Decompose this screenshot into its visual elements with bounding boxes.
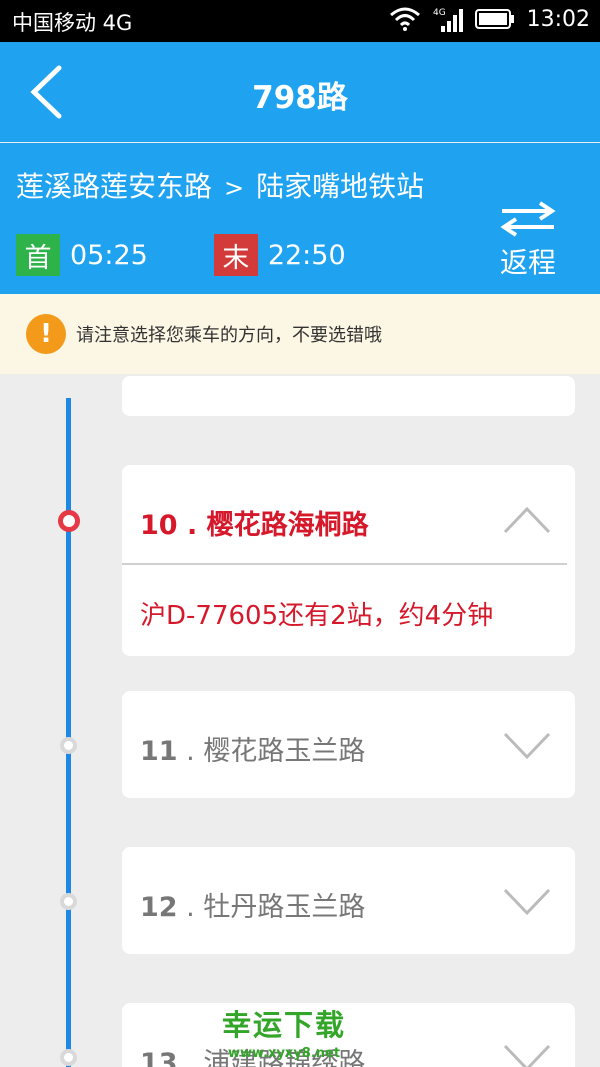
status-icons: 4G 13:02 <box>389 6 590 32</box>
bus-arrival-info: 沪D-77605还有2站，约4分钟 <box>140 601 494 631</box>
station-name-13: 13 . 浦建路锦绣路 <box>140 1041 365 1067</box>
station-dot <box>60 893 77 910</box>
station-number: 11 <box>140 736 178 767</box>
route-direction: 莲溪路莲安东路 > 陆家嘴地铁站 <box>16 165 424 205</box>
station-number: 13 <box>140 1048 178 1067</box>
status-bar: 中国移动 4G 4G 13:02 <box>0 0 600 42</box>
station-dot <box>60 1049 77 1066</box>
first-bus-badge: 首 <box>16 234 60 276</box>
return-trip-label: 返程 <box>499 246 556 279</box>
notice-text: 请注意选择您乘车的方向，不要选错哦 <box>76 325 382 346</box>
clock: 13:02 <box>526 6 590 32</box>
swap-arrows-icon <box>500 201 556 237</box>
station-label: 浦建路锦绣路 <box>203 1048 366 1067</box>
chevron-down-icon[interactable] <box>503 1043 551 1067</box>
title-bar: 798路 <box>0 42 600 142</box>
station-name-10: 10 . 樱花路海桐路 <box>140 510 369 541</box>
return-trip-button[interactable]: 返程 <box>496 201 560 281</box>
carrier-label: 中国移动 4G <box>12 11 133 35</box>
direction-notice: ! 请注意选择您乘车的方向，不要选错哦 <box>0 294 600 374</box>
first-bus-time: 05:25 <box>70 239 148 271</box>
station-card-10[interactable]: 10 . 樱花路海桐路 沪D-77605还有2站，约4分钟 <box>122 465 575 656</box>
route-destination: 陆家嘴地铁站 <box>256 170 425 203</box>
route-header: 莲溪路莲安东路 > 陆家嘴地铁站 首 05:25 末 22:50 返程 <box>0 143 600 294</box>
chevron-down-icon[interactable] <box>503 887 551 917</box>
station-card-12[interactable]: 12 . 牡丹路玉兰路 <box>122 847 575 954</box>
station-card-partial[interactable] <box>122 376 575 416</box>
station-card-13[interactable]: 13 . 浦建路锦绣路 <box>122 1003 575 1067</box>
station-card-11[interactable]: 11 . 樱花路玉兰路 <box>122 691 575 798</box>
last-bus-badge: 末 <box>213 234 258 276</box>
station-name-11: 11 . 樱花路玉兰路 <box>140 736 366 767</box>
station-label: 樱花路海桐路 <box>206 510 369 541</box>
network-badge: 4G <box>433 8 446 18</box>
page-title: 798路 <box>252 80 348 116</box>
warning-icon: ! <box>26 314 66 354</box>
route-arrow: > <box>224 174 245 202</box>
route-timeline <box>66 398 71 1067</box>
station-label: 牡丹路玉兰路 <box>203 892 366 923</box>
chevron-up-icon[interactable] <box>503 505 551 535</box>
battery-icon <box>474 9 514 29</box>
signal-icon: 4G <box>433 8 463 32</box>
card-divider <box>122 563 567 565</box>
service-hours: 首 05:25 末 22:50 <box>16 234 412 276</box>
station-dot-current <box>58 510 80 532</box>
station-dot <box>60 737 77 754</box>
chevron-down-icon[interactable] <box>503 731 551 761</box>
route-origin: 莲溪路莲安东路 <box>16 170 213 203</box>
station-number: 12 <box>140 892 178 923</box>
last-bus-time: 22:50 <box>267 239 346 271</box>
station-name-12: 12 . 牡丹路玉兰路 <box>140 892 366 923</box>
wifi-icon <box>389 7 420 31</box>
station-label: 樱花路玉兰路 <box>203 736 366 767</box>
station-number: 10 <box>140 510 178 541</box>
